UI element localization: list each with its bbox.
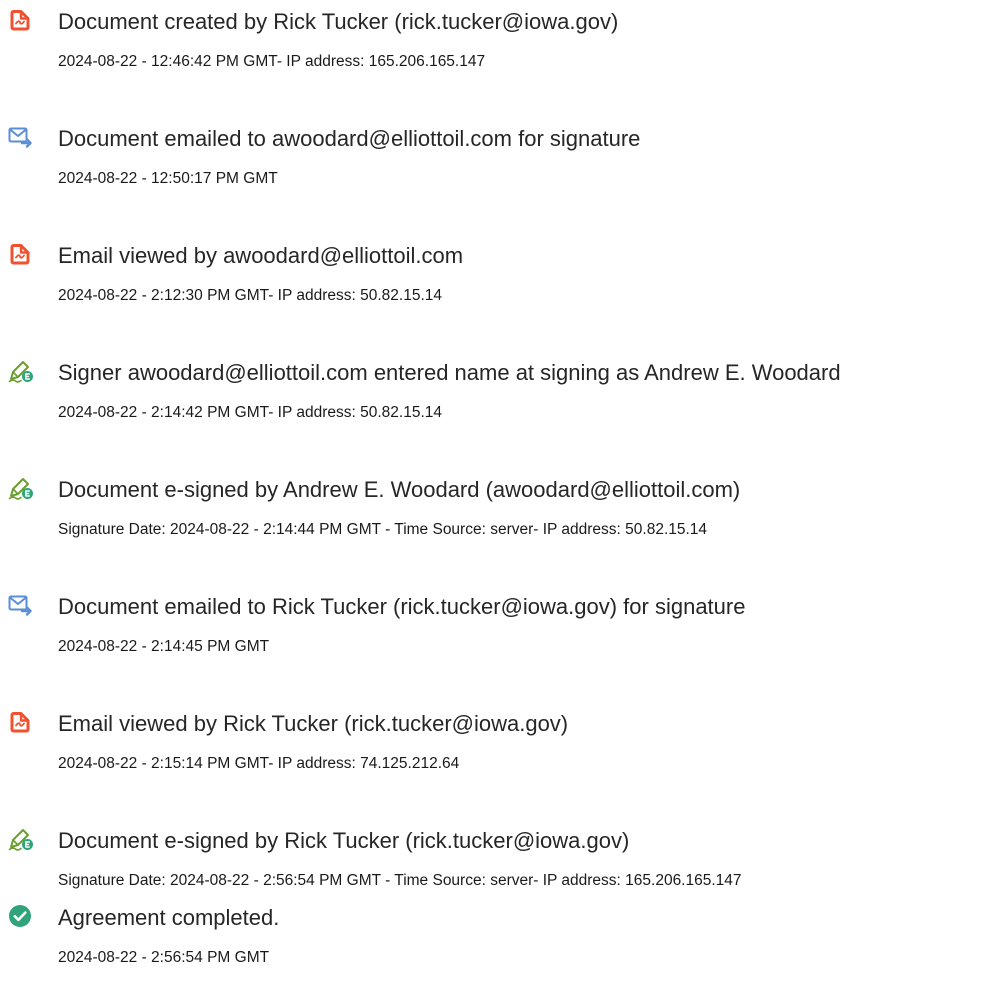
event-title: Document emailed to Rick Tucker (rick.tu… bbox=[58, 594, 746, 619]
event-timestamp: 2024-08-22 - 2:14:42 PM GMT- IP address:… bbox=[58, 404, 442, 421]
event-title: Signer awoodard@elliottoil.com entered n… bbox=[58, 360, 841, 385]
email-sent-icon bbox=[8, 593, 34, 617]
event-timestamp: Signature Date: 2024-08-22 - 2:56:54 PM … bbox=[58, 872, 742, 889]
audit-event: Document emailed to awoodard@elliottoil.… bbox=[0, 125, 1007, 215]
audit-event: Email viewed by awoodard@elliottoil.com … bbox=[0, 242, 1007, 332]
document-icon bbox=[8, 242, 34, 266]
audit-event: Email viewed by Rick Tucker (rick.tucker… bbox=[0, 710, 1007, 800]
event-timestamp: 2024-08-22 - 2:14:45 PM GMT bbox=[58, 638, 270, 655]
event-timestamp: 2024-08-22 - 12:46:42 PM GMT- IP address… bbox=[58, 53, 486, 70]
audit-event: Signer awoodard@elliottoil.com entered n… bbox=[0, 359, 1007, 449]
audit-event: Agreement completed. 2024-08-22 - 2:56:5… bbox=[0, 904, 1007, 994]
event-timestamp: 2024-08-22 - 2:15:14 PM GMT- IP address:… bbox=[58, 755, 460, 772]
event-title: Email viewed by awoodard@elliottoil.com bbox=[58, 243, 464, 268]
event-timestamp: 2024-08-22 - 2:12:30 PM GMT- IP address:… bbox=[58, 287, 442, 304]
esign-pen-icon bbox=[8, 476, 34, 500]
event-title: Email viewed by Rick Tucker (rick.tucker… bbox=[58, 711, 569, 736]
event-title: Agreement completed. bbox=[58, 905, 280, 930]
esign-pen-icon bbox=[8, 359, 34, 383]
checkmark-circle-icon bbox=[8, 904, 34, 928]
document-icon bbox=[8, 8, 34, 32]
event-title: Document e-signed by Andrew E. Woodard (… bbox=[58, 477, 741, 502]
audit-trail: Document created by Rick Tucker (rick.tu… bbox=[0, 0, 1007, 994]
audit-event: Document created by Rick Tucker (rick.tu… bbox=[0, 8, 1007, 98]
email-sent-icon bbox=[8, 125, 34, 149]
event-timestamp: 2024-08-22 - 12:50:17 PM GMT bbox=[58, 170, 278, 187]
audit-event: Document e-signed by Andrew E. Woodard (… bbox=[0, 476, 1007, 566]
audit-event: Document emailed to Rick Tucker (rick.tu… bbox=[0, 593, 1007, 683]
esign-pen-icon bbox=[8, 827, 34, 851]
event-title: Document emailed to awoodard@elliottoil.… bbox=[58, 126, 641, 151]
document-icon bbox=[8, 710, 34, 734]
event-timestamp: Signature Date: 2024-08-22 - 2:14:44 PM … bbox=[58, 521, 708, 538]
event-title: Document e-signed by Rick Tucker (rick.t… bbox=[58, 828, 630, 853]
event-timestamp: 2024-08-22 - 2:56:54 PM GMT bbox=[58, 949, 270, 966]
event-title: Document created by Rick Tucker (rick.tu… bbox=[58, 9, 619, 34]
